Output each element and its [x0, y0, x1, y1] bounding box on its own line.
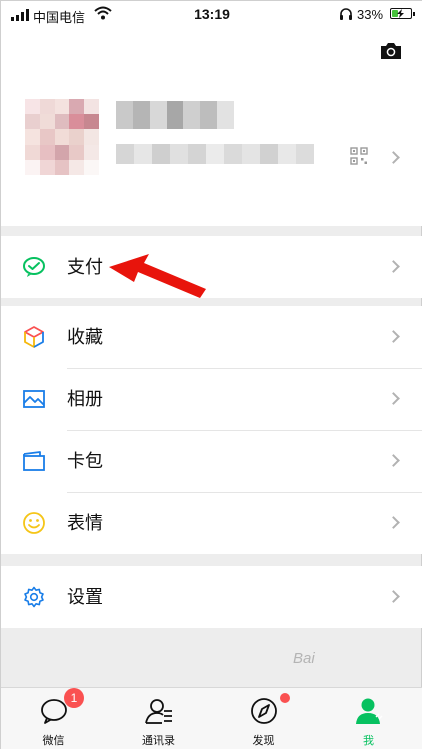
profile-header[interactable]	[1, 29, 422, 226]
tab-label: 微信	[42, 735, 65, 747]
tab-bar: 1 微信 通讯录 发现 我	[1, 687, 422, 749]
menu-item-favorites[interactable]: 收藏	[1, 306, 422, 368]
menu-item-label: 卡包	[67, 451, 103, 471]
card-wallet-icon	[23, 451, 45, 471]
battery-percentage: 33%	[357, 7, 384, 22]
wechat-id-blurred	[116, 144, 314, 164]
chevron-right-icon	[387, 392, 400, 405]
menu-item-label: 收藏	[67, 327, 103, 347]
charging-bolt-icon	[397, 9, 404, 18]
chevron-right-icon	[387, 590, 400, 603]
camera-icon[interactable]	[379, 41, 403, 61]
tab-discover[interactable]: 发现	[211, 688, 316, 749]
avatar[interactable]	[25, 99, 99, 175]
menu-item-album[interactable]: 相册	[1, 368, 422, 430]
phone-screen: 中国电信 13:19 33% 支付 收藏 相册 卡包 表情 设置 Bai 1 微…	[0, 0, 422, 749]
tab-label: 通讯录	[142, 735, 175, 747]
headphone-icon	[340, 8, 352, 20]
settings-section: 设置	[1, 566, 422, 628]
menu-item-settings[interactable]: 设置	[1, 566, 422, 628]
compass-icon	[251, 698, 277, 724]
menu-item-stickers[interactable]: 表情	[1, 492, 422, 554]
watermark: Bai	[293, 650, 315, 667]
chevron-right-icon	[387, 260, 400, 273]
chevron-right-icon	[387, 151, 400, 164]
menu-item-label: 表情	[67, 513, 103, 533]
new-content-dot	[280, 693, 290, 703]
menu-item-label: 设置	[67, 587, 103, 607]
chevron-right-icon	[387, 516, 400, 529]
battery-icon	[390, 8, 415, 19]
menu-item-label: 支付	[67, 257, 103, 277]
chevron-right-icon	[387, 330, 400, 343]
cube-icon	[24, 326, 44, 348]
smiley-icon	[23, 512, 45, 534]
person-icon	[356, 698, 383, 724]
tab-me[interactable]: 我	[316, 688, 421, 749]
image-icon	[23, 390, 45, 408]
tab-label: 我	[363, 735, 374, 747]
tab-contacts[interactable]: 通讯录	[106, 688, 211, 749]
wechat-pay-icon	[23, 257, 45, 277]
menu-item-pay[interactable]: 支付	[1, 236, 422, 298]
qrcode-icon[interactable]	[350, 147, 368, 165]
tab-label: 发现	[252, 735, 275, 747]
status-bar: 中国电信 13:19 33%	[1, 1, 422, 29]
pay-section: 支付	[1, 236, 422, 298]
features-section: 收藏 相册 卡包 表情	[1, 306, 422, 554]
menu-item-label: 相册	[67, 389, 103, 409]
gear-icon	[24, 586, 44, 608]
contacts-icon	[145, 699, 172, 724]
unread-badge: 1	[64, 688, 84, 708]
menu-item-cards[interactable]: 卡包	[1, 430, 422, 492]
chevron-right-icon	[387, 454, 400, 467]
profile-name-blurred	[116, 101, 235, 129]
tab-chats[interactable]: 1 微信	[1, 688, 106, 749]
